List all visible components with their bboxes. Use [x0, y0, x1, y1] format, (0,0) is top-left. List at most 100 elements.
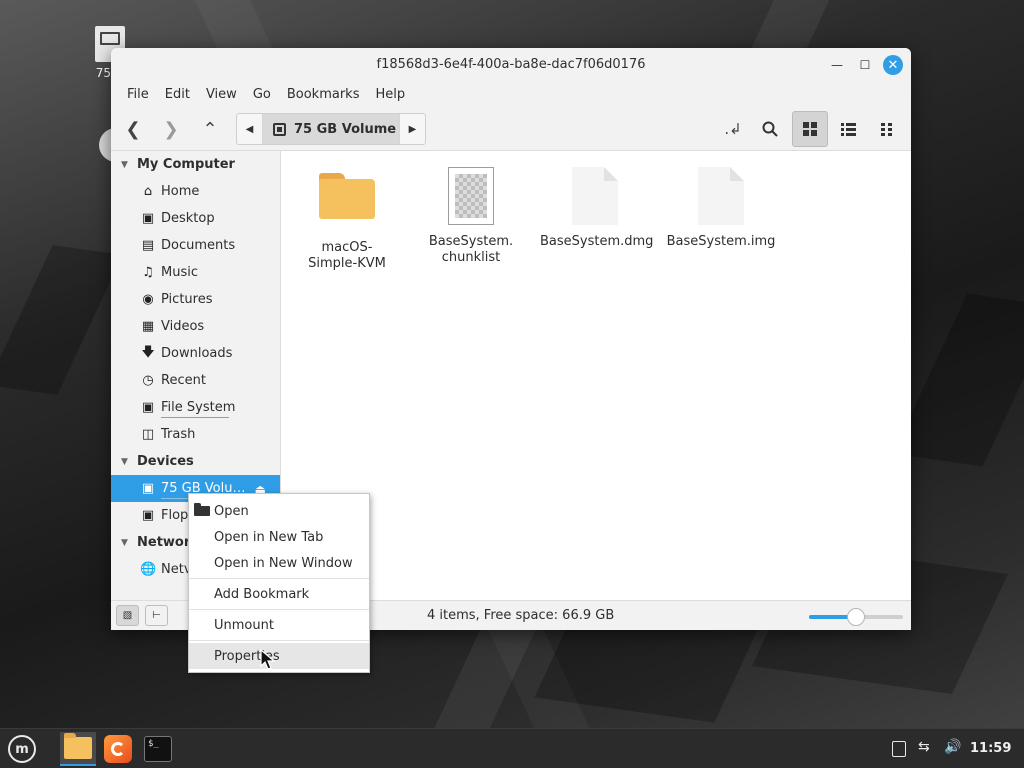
path-bar: ◀ 75 GB Volume ▶ [236, 113, 426, 145]
sidebar-item-videos[interactable]: ▦ Videos [111, 313, 280, 340]
sidebar-section-my-computer[interactable]: ▼ My Computer [111, 151, 280, 178]
sidebar-item-trash[interactable]: ◫ Trash [111, 421, 280, 448]
list-view-button[interactable] [830, 111, 866, 147]
breadcrumb-current[interactable]: 75 GB Volume [263, 114, 399, 144]
file-name: BaseSystem.img [666, 234, 776, 249]
taskbar-files-button[interactable] [60, 732, 96, 766]
sidebar-item-label: Documents [161, 238, 236, 253]
firefox-icon [104, 735, 132, 763]
file-item-folder[interactable]: macOS-Simple-KVM [292, 165, 402, 272]
file-item-chunklist[interactable]: BaseSystem. chunklist [416, 165, 526, 266]
folder-icon [194, 503, 210, 516]
download-arrow-icon: 🡇 [141, 344, 155, 360]
file-item-dmg[interactable]: BaseSystem.dmg [540, 165, 654, 250]
document-icon [698, 167, 744, 225]
menu-file[interactable]: File [119, 87, 157, 102]
up-button[interactable]: ⌃ [192, 111, 228, 147]
toggle-location-button[interactable]: .↲ [715, 111, 751, 147]
network-disconnected-icon[interactable]: ⇆ [918, 739, 930, 755]
menu-item-properties[interactable]: Properties [189, 643, 369, 669]
menu-help[interactable]: Help [367, 87, 413, 102]
volume-icon[interactable]: 🔊 [944, 739, 961, 755]
documents-icon: ▤ [141, 238, 155, 253]
menu-item-unmount[interactable]: Unmount [189, 612, 369, 638]
menu-item-label: Unmount [214, 617, 274, 633]
sidebar-item-pictures[interactable]: ◉ Pictures [111, 286, 280, 313]
close-button[interactable]: ✕ [883, 55, 903, 75]
sidebar-item-file-system[interactable]: ▣ File System [111, 394, 280, 421]
trash-icon: ◫ [141, 427, 155, 442]
sidebar-item-desktop[interactable]: ▣ Desktop [111, 205, 280, 232]
sidebar-item-recent[interactable]: ◷ Recent [111, 367, 280, 394]
maximize-button[interactable]: ☐ [855, 55, 875, 75]
show-treeview-button[interactable]: ⊢ [145, 605, 168, 626]
sidebar-item-label: Videos [161, 319, 205, 334]
file-view[interactable]: macOS-Simple-KVM BaseSystem. chunklist B… [282, 151, 911, 600]
show-places-button[interactable]: ▧ [116, 605, 139, 626]
terminal-icon: $_ [144, 736, 172, 762]
file-name: macOS-Simple-KVM [308, 240, 386, 271]
desktop-icon: ▣ [141, 211, 155, 226]
sidebar-item-label: Flop [161, 508, 189, 523]
path-scroll-left-button[interactable]: ◀ [237, 114, 263, 144]
zoom-slider[interactable] [809, 608, 903, 626]
taskbar-terminal-button[interactable]: $_ [140, 732, 176, 766]
mint-logo-icon: m [8, 735, 36, 763]
location-entry-icon: .↲ [724, 120, 742, 138]
menu-item-label: Add Bookmark [214, 586, 310, 602]
floppy-icon: ▣ [141, 508, 155, 523]
forward-button[interactable]: ❯ [153, 111, 189, 147]
film-icon: ▦ [141, 319, 155, 334]
start-menu-button[interactable]: m [4, 732, 40, 766]
caret-down-icon: ▼ [121, 159, 128, 170]
menu-go[interactable]: Go [245, 87, 279, 102]
clock[interactable]: 11:59 [970, 741, 1011, 756]
file-name: BaseSystem.dmg [540, 234, 654, 249]
sidebar-item-label: Netv [161, 562, 192, 577]
menu-bookmarks[interactable]: Bookmarks [279, 87, 368, 102]
sidebar-item-downloads[interactable]: 🡇 Downloads [111, 340, 280, 367]
title-bar[interactable]: f18568d3-6e4f-400a-ba8e-dac7f06d0176 — ☐… [111, 48, 911, 81]
sidebar-item-label: Trash [161, 427, 196, 442]
image-file-icon [448, 167, 494, 225]
home-icon: ⌂ [143, 184, 153, 199]
menu-item-open-new-tab[interactable]: Open in New Tab [189, 524, 369, 550]
menu-item-open[interactable]: Open [189, 498, 369, 524]
folder-icon: ▧ [122, 610, 133, 621]
minimize-button[interactable]: — [827, 55, 847, 75]
menu-item-label: Open in New Window [214, 555, 353, 571]
breadcrumb-label: 75 GB Volume [294, 121, 397, 137]
menu-view[interactable]: View [198, 87, 245, 102]
back-button[interactable]: ❮ [115, 111, 151, 147]
compact-view-icon [880, 122, 892, 136]
clipboard-icon[interactable] [892, 741, 906, 757]
caret-down-icon: ▼ [121, 537, 128, 548]
icon-view-button[interactable] [792, 111, 828, 147]
sidebar-item-home[interactable]: ⌂ Home [111, 178, 280, 205]
sidebar-item-label: Pictures [161, 292, 213, 307]
clock-icon: ◷ [142, 373, 154, 388]
sidebar-item-documents[interactable]: ▤ Documents [111, 232, 280, 259]
search-button[interactable] [752, 111, 788, 147]
menu-item-open-new-window[interactable]: Open in New Window [189, 550, 369, 576]
caret-down-icon: ▼ [121, 456, 128, 467]
folder-icon [64, 733, 92, 759]
status-text: 4 items, Free space: 66.9 GB [427, 608, 615, 623]
toolbar: ❮ ❯ ⌃ ◀ 75 GB Volume ▶ .↲ [111, 107, 911, 151]
camera-icon: ◉ [142, 292, 154, 307]
file-item-img[interactable]: BaseSystem.img [666, 165, 776, 250]
disk-usage-bar [161, 417, 229, 418]
compact-view-button[interactable] [868, 111, 904, 147]
sidebar-section-devices[interactable]: ▼ Devices [111, 448, 280, 475]
taskbar-firefox-button[interactable] [100, 732, 136, 766]
sidebar-item-music[interactable]: ♫ Music [111, 259, 280, 286]
menu-item-add-bookmark[interactable]: Add Bookmark [189, 581, 369, 607]
chevron-right-icon: ❯ [163, 118, 179, 140]
path-scroll-right-button[interactable]: ▶ [399, 114, 425, 144]
menu-bar: File Edit View Go Bookmarks Help [111, 81, 911, 107]
chevron-up-icon: ⌃ [202, 118, 218, 140]
menu-edit[interactable]: Edit [157, 87, 198, 102]
zoom-slider-handle[interactable] [847, 608, 865, 626]
sidebar-item-label: Music [161, 265, 198, 280]
section-title: Devices [137, 454, 194, 469]
